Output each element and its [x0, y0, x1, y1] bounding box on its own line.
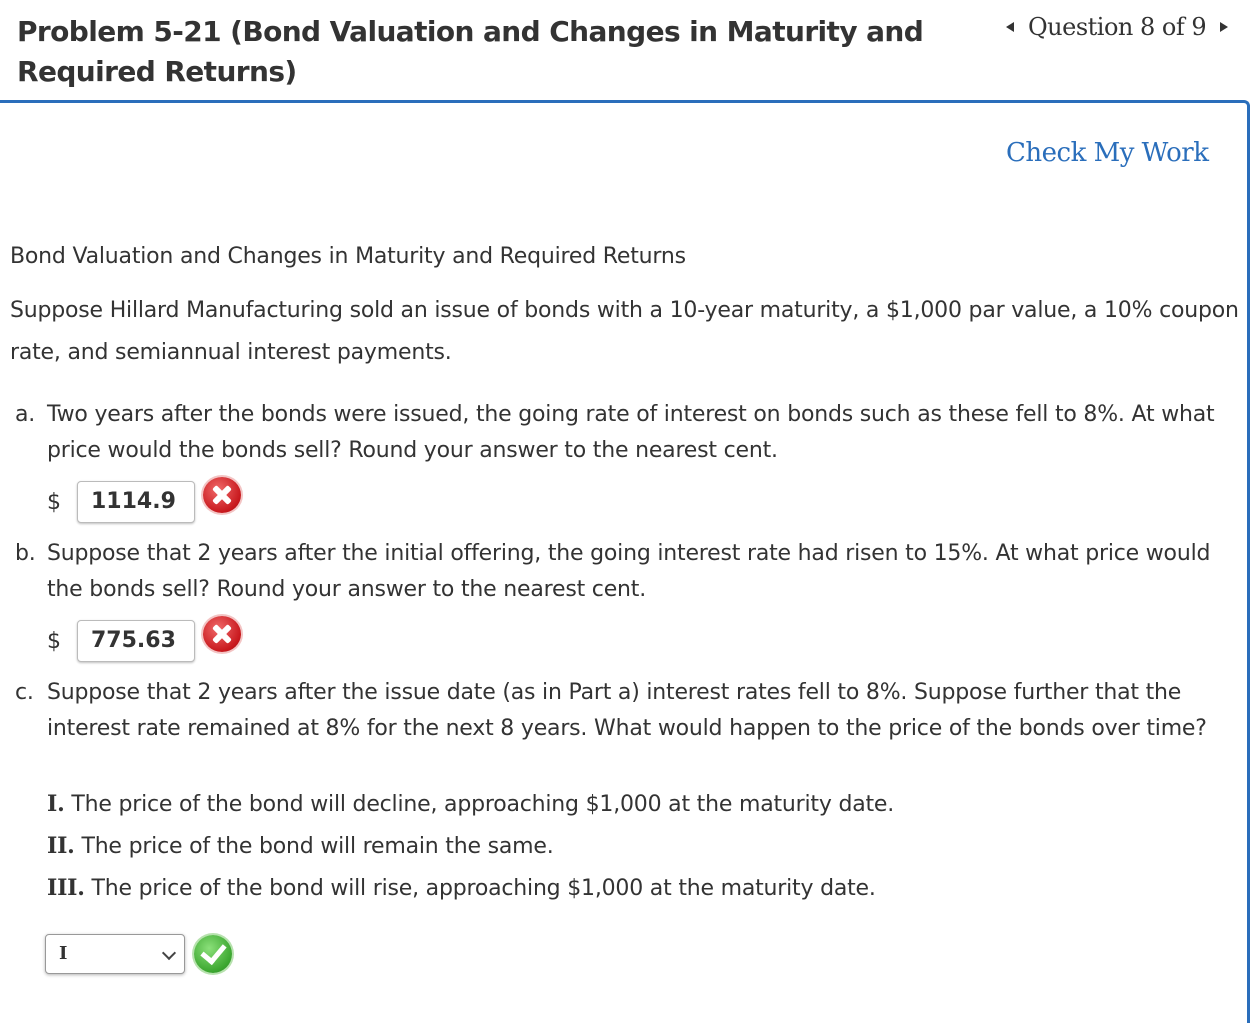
question-b-text: Suppose that 2 years after the initial o… [47, 541, 1211, 602]
answer-c-selected-value: I [59, 943, 68, 964]
question-a-text: Two years after the bonds were issued, t… [47, 402, 1215, 463]
question-a-label: a. [15, 402, 36, 427]
option-iii: III. The price of the bond will rise, ap… [47, 868, 876, 909]
check-my-work-link[interactable]: Check My Work [1006, 138, 1209, 168]
question-b-label: b. [15, 541, 36, 566]
option-ii-numeral: II. [47, 833, 75, 859]
answer-b-row: $ 775.63 [47, 616, 241, 662]
question-nav: Question 8 of 9 [1006, 10, 1229, 44]
answer-b-input[interactable]: 775.63 [77, 620, 195, 662]
answer-a-input[interactable]: 1114.9 [77, 481, 195, 523]
option-ii: II. The price of the bond will remain th… [47, 826, 554, 867]
question-a: a. Two years after the bonds were issued… [15, 397, 1237, 469]
option-i-numeral: I. [47, 791, 65, 817]
next-question-icon[interactable] [1220, 22, 1229, 32]
option-i-text: The price of the bond will decline, appr… [71, 792, 895, 817]
option-iii-text: The price of the bond will rise, approac… [91, 876, 876, 901]
header: Problem 5-21 (Bond Valuation and Changes… [0, 0, 1254, 102]
currency-symbol: $ [47, 628, 61, 654]
currency-symbol: $ [47, 489, 61, 515]
question-counter: Question 8 of 9 [1028, 13, 1207, 41]
answer-c-row: I [45, 934, 232, 974]
question-c: c. Suppose that 2 years after the issue … [15, 675, 1247, 747]
option-ii-text: The price of the bond will remain the sa… [81, 834, 554, 859]
option-i: I. The price of the bond will decline, a… [47, 784, 894, 825]
incorrect-x-icon [203, 477, 241, 513]
incorrect-x-icon [203, 616, 241, 652]
answer-c-select[interactable]: I [45, 934, 185, 974]
intro-text: Suppose Hillard Manufacturing sold an is… [10, 298, 1239, 365]
correct-check-icon [194, 935, 232, 973]
option-iii-numeral: III. [47, 875, 85, 901]
section-title: Bond Valuation and Changes in Maturity a… [10, 244, 686, 269]
answer-a-row: $ 1114.9 [47, 477, 241, 523]
question-c-label: c. [15, 680, 34, 705]
prev-question-icon[interactable] [1006, 22, 1014, 32]
question-b: b. Suppose that 2 years after the initia… [15, 536, 1237, 608]
page-title: Problem 5-21 (Bond Valuation and Changes… [17, 15, 924, 88]
chevron-down-icon [161, 945, 177, 961]
question-c-text: Suppose that 2 years after the issue dat… [47, 680, 1207, 741]
